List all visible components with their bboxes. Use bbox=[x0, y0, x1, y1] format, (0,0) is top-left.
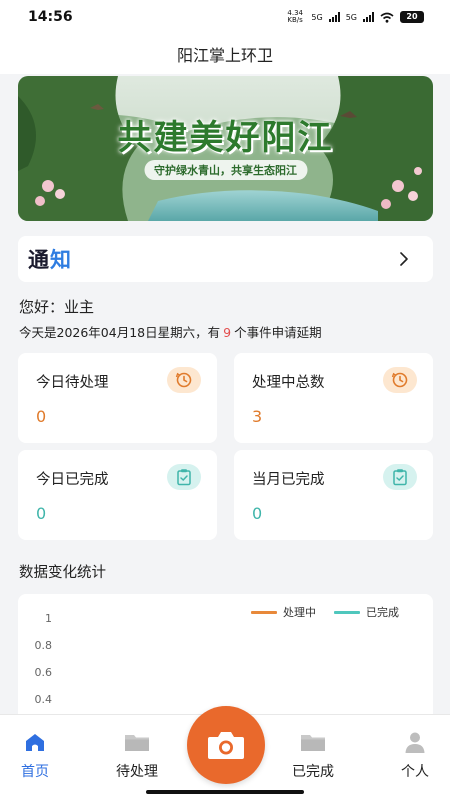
legend-swatch bbox=[251, 610, 277, 614]
stat-label: 当月已完成 bbox=[252, 472, 325, 488]
notice-title-part2: 知 bbox=[50, 248, 72, 272]
today-suffix: 个事件申请延期 bbox=[234, 325, 322, 340]
tab-pending[interactable]: 待处理 bbox=[102, 729, 172, 781]
data-change-chart: 处理中 已完成 1 0.8 0.6 0.4 bbox=[18, 594, 433, 724]
tab-label: 个人 bbox=[401, 764, 429, 780]
net-speed: 4.34 KB/s bbox=[287, 9, 303, 24]
notice-bar[interactable]: 通知 bbox=[18, 236, 433, 282]
signal-icon bbox=[328, 12, 340, 22]
delay-count: 9 bbox=[223, 325, 232, 340]
page-title: 阳江掌上环卫 bbox=[176, 46, 273, 65]
stat-label: 今日已完成 bbox=[36, 472, 109, 488]
chart-section-title: 数据变化统计 bbox=[19, 565, 106, 581]
y-tick-label: 0.8 bbox=[34, 639, 53, 652]
y-tick-label: 0.4 bbox=[34, 693, 53, 706]
today-summary: 今天是2026年04月18日星期六，有 9 个事件申请延期 bbox=[19, 322, 322, 341]
app-bar: 阳江掌上环卫 bbox=[0, 34, 450, 74]
stat-label: 今日待处理 bbox=[36, 375, 109, 391]
stat-value: 0 bbox=[252, 504, 263, 523]
tab-profile[interactable]: 个人 bbox=[380, 729, 450, 781]
tab-label: 已完成 bbox=[292, 764, 334, 780]
stat-value: 0 bbox=[36, 407, 47, 426]
clipboard-check-icon bbox=[383, 464, 417, 490]
notice-title: 通知 bbox=[28, 244, 72, 274]
legend-label: 处理中 bbox=[283, 606, 316, 619]
status-icons: 4.34 KB/s 5G 5G 20 bbox=[287, 10, 424, 24]
person-icon bbox=[380, 729, 450, 755]
stat-value: 3 bbox=[252, 407, 263, 426]
tab-home[interactable]: 首页 bbox=[0, 729, 70, 781]
network-type-2: 5G bbox=[345, 12, 357, 22]
chevron-right-icon[interactable] bbox=[399, 251, 409, 267]
tab-label: 待处理 bbox=[116, 764, 158, 780]
tab-label: 首页 bbox=[21, 764, 49, 780]
network-type-1: 5G bbox=[311, 12, 323, 22]
folder-icon bbox=[278, 729, 348, 755]
stat-card-today-pending[interactable]: 今日待处理 0 bbox=[18, 353, 217, 443]
notice-title-part1: 通 bbox=[28, 248, 50, 272]
banner-title: 共建美好阳江 bbox=[117, 118, 334, 158]
stat-card-month-completed[interactable]: 当月已完成 0 bbox=[234, 450, 433, 540]
chart-legend: 处理中 已完成 bbox=[251, 604, 399, 620]
camera-button[interactable] bbox=[187, 706, 265, 784]
stat-value: 0 bbox=[36, 504, 47, 523]
tab-completed[interactable]: 已完成 bbox=[278, 729, 348, 781]
stat-card-today-completed[interactable]: 今日已完成 0 bbox=[18, 450, 217, 540]
greeting-text: 您好：业主 bbox=[19, 298, 95, 316]
legend-label: 已完成 bbox=[366, 606, 399, 619]
stat-label: 处理中总数 bbox=[252, 375, 325, 391]
status-bar: 14:56 4.34 KB/s 5G 5G 20 bbox=[0, 0, 450, 34]
banner-subtitle: 守护绿水青山，共享生态阳江 bbox=[144, 160, 307, 180]
y-tick-label: 1 bbox=[45, 612, 52, 625]
home-indicator bbox=[146, 790, 304, 794]
legend-item-processing[interactable]: 处理中 bbox=[251, 604, 316, 620]
home-icon bbox=[0, 729, 70, 755]
signal-icon-2 bbox=[363, 12, 374, 22]
wifi-icon bbox=[380, 12, 394, 23]
status-time: 14:56 bbox=[28, 9, 73, 25]
battery-icon: 20 bbox=[400, 11, 424, 23]
stat-card-processing-total[interactable]: 处理中总数 3 bbox=[234, 353, 433, 443]
clock-refresh-icon bbox=[167, 367, 201, 393]
camera-icon bbox=[208, 732, 244, 759]
y-tick-label: 0.6 bbox=[34, 666, 53, 679]
legend-item-completed[interactable]: 已完成 bbox=[334, 604, 399, 620]
hero-banner[interactable]: 共建美好阳江 守护绿水青山，共享生态阳江 bbox=[18, 76, 433, 221]
legend-swatch bbox=[334, 610, 360, 614]
clock-refresh-icon bbox=[383, 367, 417, 393]
folder-icon bbox=[102, 729, 172, 755]
clipboard-check-icon bbox=[167, 464, 201, 490]
today-prefix: 今天是2026年04月18日星期六，有 bbox=[19, 325, 221, 340]
